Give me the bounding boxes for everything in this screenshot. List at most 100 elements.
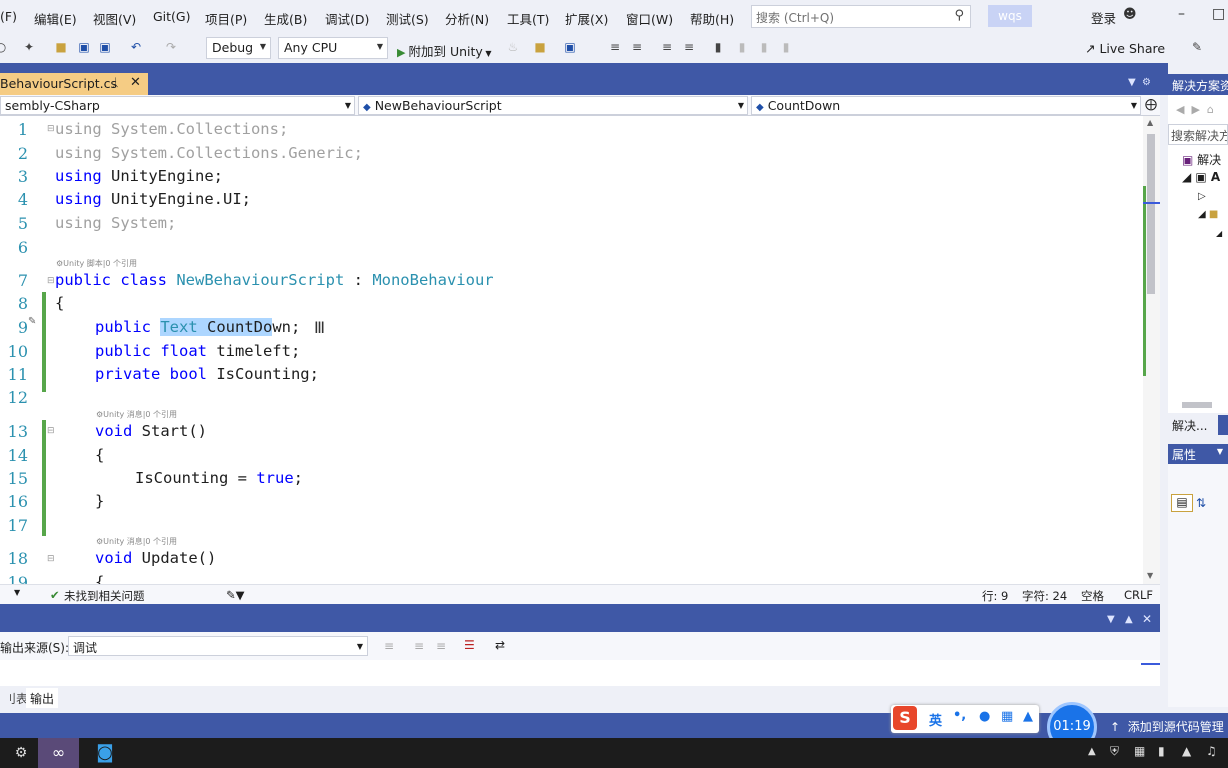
project-dropdown[interactable]: sembly-CSharp ▼ [0,96,355,115]
menu-help[interactable]: 帮助(H) [690,9,734,28]
next-message-icon[interactable]: ≡ [436,639,446,653]
tray-chevron-icon[interactable]: ▲ [1088,746,1096,757]
menu-view[interactable]: 视图(V) [93,9,136,28]
visual-studio-icon[interactable]: ∞ [38,738,79,768]
login-link[interactable]: 登录 [1091,8,1116,27]
find-icon[interactable]: ≡ [384,639,394,653]
pin-icon[interactable]: ᛣ [112,76,119,89]
ime-language[interactable]: 英 [929,710,942,729]
prev-message-icon[interactable]: ≡ [414,639,424,653]
scrollbar-thumb[interactable] [1147,134,1155,294]
config-select[interactable]: Debug ▼ [206,37,271,59]
source-control-button[interactable]: ↑ 添加到源代码管理 [1110,718,1224,735]
wifi-icon[interactable]: ▲ [1182,744,1191,758]
menu-file[interactable]: (F) [0,9,17,24]
menu-window[interactable]: 窗口(W) [626,9,673,28]
punctuation-icon[interactable]: •, [953,708,966,723]
vertical-scrollbar[interactable]: ▲ ▼ [1143,116,1160,584]
tab-options-icon[interactable]: ▼ ⚙ [1128,77,1151,88]
comment-icon[interactable]: ≡ [660,40,674,54]
menu-edit[interactable]: 编辑(E) [34,9,77,28]
solution-search-input[interactable]: 搜索解决方 [1168,124,1228,145]
shield-icon[interactable]: ⛨ [1110,744,1119,759]
code-editor[interactable]: 1 2 3 4 5 6 7 8 9 10 11 12 13 14 15 16 1… [0,116,1143,584]
search-input[interactable]: 搜索 (Ctrl+Q) ⚲ [751,5,971,28]
tab-git-changes[interactable] [1218,415,1228,435]
person-icon[interactable]: ☻ [1123,7,1137,22]
live-share-button[interactable]: ↗ Live Share [1085,41,1165,56]
menu-debug[interactable]: 调试(D) [325,9,369,28]
menu-analyze[interactable]: 分析(N) [445,9,489,28]
bookmark-next-icon[interactable]: ▮ [757,40,771,54]
browser-icon[interactable]: ▣ [563,40,577,54]
dropdown-icon[interactable]: ▼ [1107,614,1115,625]
output-source-select[interactable]: 调试 ▼ [68,636,368,656]
folder-icon[interactable]: ■ [533,40,547,54]
battery-icon[interactable]: ▮ [1158,744,1165,758]
expand-icon[interactable]: ▷ [1198,191,1206,202]
row-indicator[interactable]: 行: 9 [982,588,1008,604]
menu-git[interactable]: Git(G) [153,9,191,24]
clear-all-icon[interactable]: ☰ [464,638,475,652]
member-dropdown[interactable]: ◆ CountDown ▼ [751,96,1141,115]
edge-icon[interactable]: ◙ [84,738,126,768]
menu-tools[interactable]: 工具(T) [507,9,549,28]
scroll-down-icon[interactable]: ▼ [1147,571,1153,580]
sogou-logo-icon[interactable]: S [893,706,917,730]
network-icon[interactable]: ▦ [1134,744,1145,758]
nav-back-icon[interactable]: ○ [0,40,8,54]
step-over-icon[interactable]: ≡ [630,40,644,54]
project-node[interactable]: ◢ ▣ A [1182,170,1220,184]
fold-icon[interactable]: ⊟ [47,426,55,436]
column-indicator[interactable]: 字符: 24 [1022,588,1067,604]
properties-title[interactable]: 属性 ▼ [1168,444,1228,464]
fold-icon[interactable]: ⊟ [47,124,55,134]
code-lens[interactable]: ⚙Unity 消息|0 个引用 [96,536,177,547]
issues-status[interactable]: 未找到相关问题 [64,588,145,604]
menu-project[interactable]: 项目(P) [205,9,247,28]
bookmark-icon[interactable]: ▮ [711,40,725,54]
keyboard-icon[interactable]: ▦ [1001,709,1013,724]
back-icon[interactable]: ◀ ▶ ⌂ [1176,103,1214,116]
step-icon[interactable]: ≡ [608,40,622,54]
tab-behaviour-script[interactable]: BehaviourScript.cs ᛣ ✕ [0,73,148,95]
solution-node[interactable]: ▣ 解决 [1182,151,1221,168]
tab-output[interactable]: 输出 [26,688,59,708]
categorized-icon[interactable]: ▤ [1171,494,1193,512]
pin-icon[interactable]: ▲ [1125,614,1133,625]
bookmark-clear-icon[interactable]: ▮ [779,40,793,54]
close-icon[interactable]: ✕ [130,75,141,90]
collapse-icon[interactable]: ◢ [1216,229,1222,238]
class-dropdown[interactable]: ◆ NewBehaviourScript ▼ [358,96,748,115]
settings-icon[interactable]: ⚙ [0,738,42,768]
microphone-icon[interactable]: ● [979,709,990,724]
scroll-up-icon[interactable]: ▲ [1147,118,1153,127]
brush-icon[interactable]: ✎▼ [226,588,244,602]
code-lens[interactable]: ⚙Unity 脚本|0 个引用 [56,258,137,269]
open-folder-icon[interactable]: ■ [54,40,68,54]
whitespace-indicator[interactable]: 空格 [1081,588,1104,604]
menu-build[interactable]: 生成(B) [264,9,307,28]
line-ending-indicator[interactable]: CRLF [1124,588,1153,602]
tab-solution-explorer[interactable]: 解决... [1172,417,1207,434]
feedback-icon[interactable]: ✎ [1190,40,1204,54]
platform-select[interactable]: Any CPU ▼ [278,37,388,59]
maximize-icon[interactable]: □ [1212,6,1225,22]
code-lens[interactable]: ⚙Unity 消息|0 个引用 [96,409,177,420]
alphabetical-icon[interactable]: ⇅ [1196,496,1206,510]
volume-icon[interactable]: ♫ [1206,744,1217,758]
user-badge[interactable]: wqs [988,5,1032,27]
word-wrap-icon[interactable]: ⇄ [495,638,505,652]
skin-icon[interactable]: ▲ [1023,709,1033,724]
save-all-icon[interactable]: ▣ [98,40,112,54]
output-text-area[interactable] [0,660,1160,686]
split-icon[interactable]: ⨁ [1145,97,1157,111]
solution-explorer-title[interactable]: 解决方案资 [1168,74,1228,95]
close-icon[interactable]: ✕ [1142,612,1152,626]
uncomment-icon[interactable]: ≡ [682,40,696,54]
redo-icon[interactable]: ↷ [164,40,178,54]
new-project-icon[interactable]: ✦ [22,40,36,54]
attach-unity-button[interactable]: ▶ 附加到 Unity ▼ [397,41,492,60]
flame-icon[interactable]: ♨ [506,40,520,54]
fold-icon[interactable]: ⊟ [47,554,55,564]
